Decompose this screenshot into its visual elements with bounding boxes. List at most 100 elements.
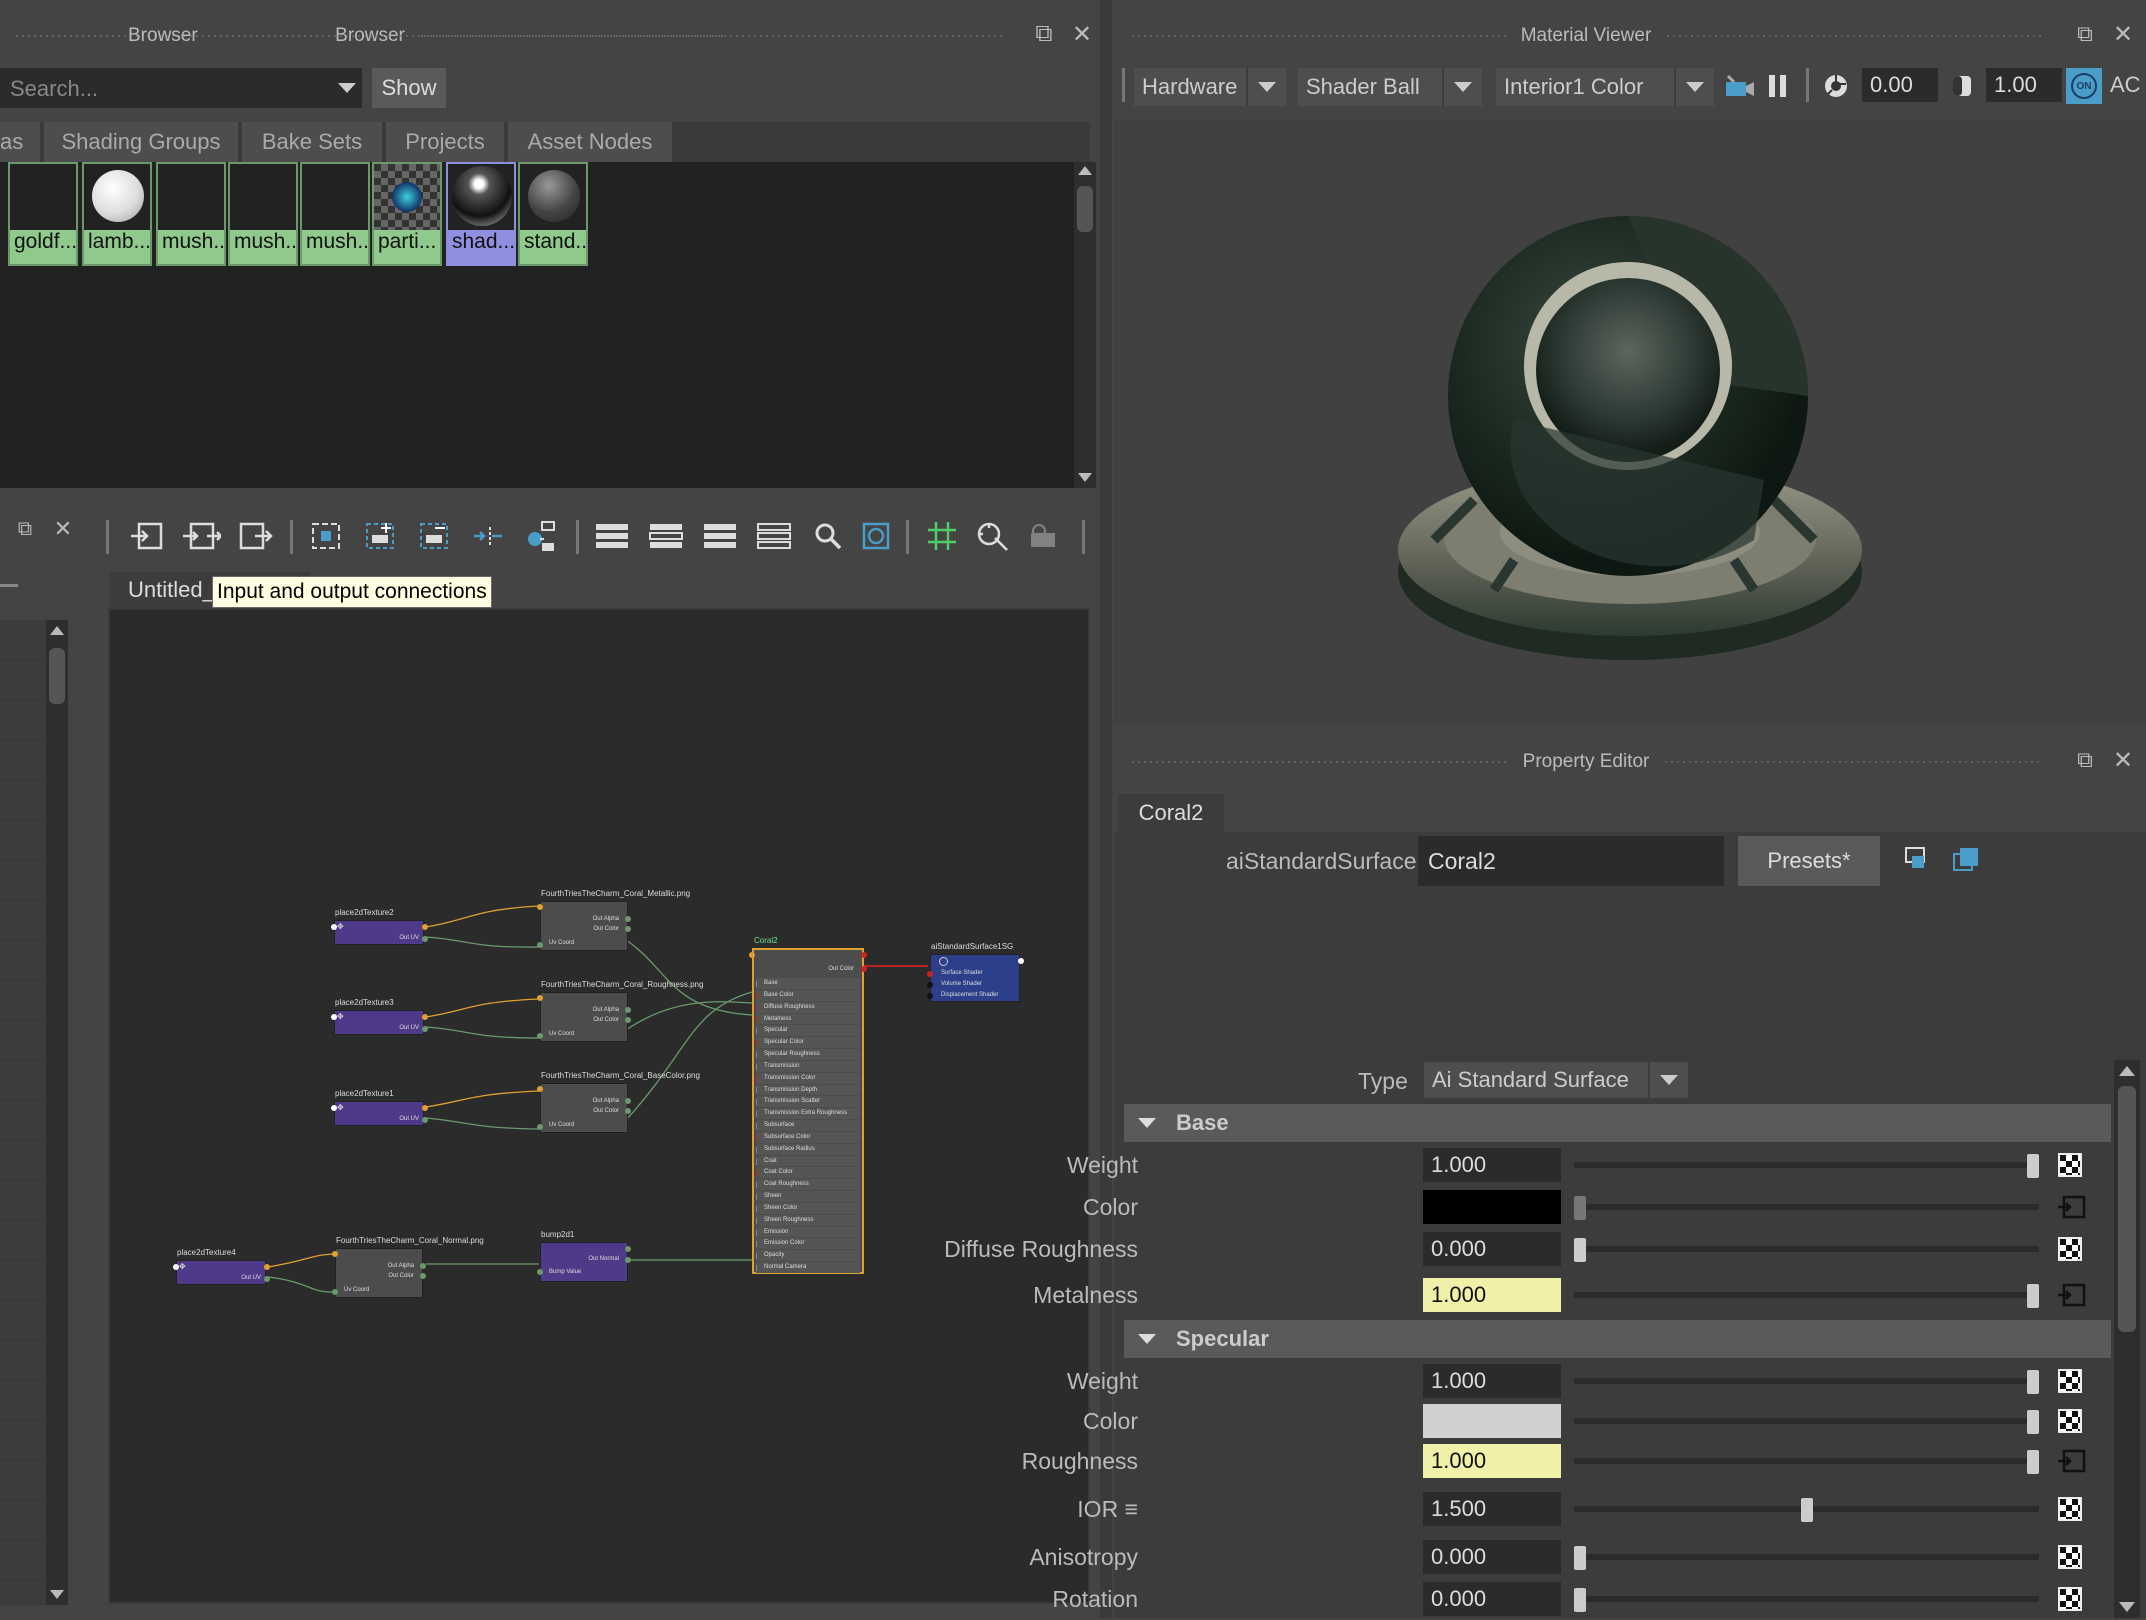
texture-map-icon[interactable] <box>2058 1409 2082 1433</box>
rotation-field[interactable]: 0.000 <box>1423 1582 1561 1616</box>
section-specular[interactable]: Specular <box>1124 1320 2111 1358</box>
slider-thumb[interactable] <box>1800 1498 1813 1522</box>
ior-field[interactable]: 1.500 <box>1423 1492 1561 1526</box>
slider-thumb[interactable] <box>2027 1370 2039 1394</box>
tab-shading-groups[interactable]: Shading Groups <box>44 122 238 162</box>
remove-selected-icon[interactable] <box>414 516 454 556</box>
shader-attribute-port[interactable]: Transmission Depth <box>756 1084 860 1096</box>
material-swatch[interactable]: mush... <box>300 162 370 266</box>
shader-attribute-port[interactable]: Diffuse Roughness <box>756 1001 860 1013</box>
grid-icon[interactable] <box>922 516 962 556</box>
connected-map-icon[interactable] <box>2058 1195 2086 1219</box>
input-port-dot[interactable] <box>756 1182 757 1189</box>
anisotropy-field[interactable]: 0.000 <box>1423 1540 1561 1574</box>
geometry-dropdown[interactable]: Shader Ball <box>1298 68 1482 106</box>
renderer-dropdown[interactable]: Hardware <box>1134 68 1286 106</box>
input-port-dot[interactable] <box>756 1265 757 1272</box>
browser-float-icon[interactable]: ⧉ <box>1029 19 1059 49</box>
presets-button[interactable]: Presets* <box>1738 836 1880 886</box>
tab-coral2[interactable]: Coral2 <box>1118 794 1224 832</box>
shader-attribute-port[interactable]: Metalness <box>756 1013 860 1025</box>
shading-group-node[interactable]: aiStandardSurface1SG Surface Shader Volu… <box>927 942 1024 1002</box>
add-selected-icon[interactable] <box>360 516 400 556</box>
connected-view-icon[interactable] <box>646 516 686 556</box>
gamma-icon[interactable] <box>1942 66 1982 106</box>
input-port-dot[interactable] <box>756 1075 757 1082</box>
specular-roughness-slider[interactable] <box>1574 1458 2039 1464</box>
input-port-dot[interactable] <box>756 1205 757 1212</box>
pin-nodes-icon[interactable] <box>522 516 562 556</box>
shader-attribute-port[interactable]: Coat <box>756 1155 860 1167</box>
diffuse-roughness-slider[interactable] <box>1574 1246 2039 1252</box>
property-close-icon[interactable]: ✕ <box>2108 745 2138 775</box>
input-port-dot[interactable] <box>756 1122 757 1129</box>
shader-attribute-port[interactable]: Specular Color <box>756 1037 860 1049</box>
place2d-texture-node[interactable]: place2dTexture2 ✥ Out UV <box>331 908 428 945</box>
input-port-dot[interactable] <box>756 1241 757 1248</box>
shader-attribute-port[interactable]: Transmission Color <box>756 1072 860 1084</box>
pause-icon[interactable] <box>1758 66 1798 106</box>
shader-attribute-port[interactable]: Normal Camera <box>756 1262 860 1273</box>
property-scrollbar[interactable] <box>2114 1060 2140 1618</box>
swatch-toggle-icon[interactable] <box>856 516 896 556</box>
show-button[interactable]: Show <box>372 68 446 108</box>
input-port-dot[interactable] <box>756 1194 757 1201</box>
copy-tab-icon[interactable] <box>1904 846 1928 872</box>
shader-attribute-port[interactable]: Coat Color <box>756 1167 860 1179</box>
bump-node[interactable]: bump2d1 Out Normal Bump Value <box>537 1230 631 1282</box>
shader-attribute-port[interactable]: Transmission Scatter <box>756 1096 860 1108</box>
metalness-slider[interactable] <box>1574 1292 2039 1298</box>
search-input[interactable]: Search... <box>0 68 362 108</box>
texture-map-icon[interactable] <box>2058 1587 2082 1611</box>
input-port-dot[interactable] <box>756 1170 757 1177</box>
base-color-slider[interactable] <box>1574 1204 2039 1210</box>
slider-thumb[interactable] <box>1574 1196 1586 1220</box>
slider-thumb[interactable] <box>1574 1238 1586 1262</box>
material-swatch[interactable]: mush... <box>228 162 298 266</box>
frame-all-icon[interactable] <box>306 516 346 556</box>
show-hide-icon[interactable] <box>1952 846 1980 872</box>
file-texture-node[interactable]: FourthTriesTheCharm_Coral_BaseColor.png … <box>537 1071 700 1133</box>
rotation-slider[interactable] <box>1574 1596 2039 1602</box>
shader-attribute-port[interactable]: Transmission Extra Roughness <box>756 1108 860 1120</box>
material-preview[interactable] <box>1114 120 2146 724</box>
shader-attribute-port[interactable]: Subsurface Radius <box>756 1143 860 1155</box>
file-texture-node[interactable]: FourthTriesTheCharm_Coral_Roughness.png … <box>537 980 703 1042</box>
shader-attribute-port[interactable]: Emission Color <box>756 1238 860 1250</box>
input-port-dot[interactable] <box>756 1134 757 1141</box>
material-swatch[interactable]: goldf... <box>8 162 78 266</box>
file-texture-node[interactable]: FourthTriesTheCharm_Coral_Metallic.png O… <box>537 889 690 951</box>
material-swatch[interactable]: lamb... <box>82 162 152 266</box>
specular-weight-slider[interactable] <box>1574 1378 2039 1384</box>
input-port-dot[interactable] <box>756 1063 757 1070</box>
shader-attribute-port[interactable]: Base <box>756 978 860 989</box>
tab-materials[interactable]: as <box>0 122 40 162</box>
viewer-close-icon[interactable]: ✕ <box>2108 19 2138 49</box>
shader-attribute-port[interactable]: Sheen Color <box>756 1202 860 1214</box>
tab-projects[interactable]: Projects <box>386 122 504 162</box>
texture-map-icon[interactable] <box>2058 1153 2082 1177</box>
graph-canvas[interactable]: place2dTexture2 ✥ Out UV FourthTriesTheC… <box>108 608 1090 1604</box>
base-weight-field[interactable]: 1.000 <box>1423 1148 1561 1182</box>
input-port-dot[interactable] <box>756 1087 757 1094</box>
outliner-scrollbar[interactable] <box>46 620 68 1605</box>
slider-thumb[interactable] <box>2027 1450 2039 1474</box>
texture-map-icon[interactable] <box>2058 1237 2082 1261</box>
metalness-field[interactable]: 1.000 <box>1423 1278 1561 1312</box>
texture-map-icon[interactable] <box>2058 1545 2082 1569</box>
slider-thumb[interactable] <box>1574 1588 1586 1612</box>
shader-attribute-port[interactable]: Subsurface Color <box>756 1131 860 1143</box>
input-port-dot[interactable] <box>756 1111 757 1118</box>
specular-roughness-field[interactable]: 1.000 <box>1423 1444 1561 1478</box>
viewer-float-icon[interactable]: ⧉ <box>2070 19 2100 49</box>
editor-close-icon[interactable]: ✕ <box>48 514 78 544</box>
connected-map-icon[interactable] <box>2058 1283 2086 1307</box>
full-view-icon[interactable] <box>700 516 740 556</box>
texture-map-icon[interactable] <box>2058 1497 2082 1521</box>
shader-attribute-port[interactable]: Emission <box>756 1226 860 1238</box>
place2d-texture-node[interactable]: place2dTexture1 ✥ Out UV <box>331 1089 428 1126</box>
input-port-dot[interactable] <box>756 1158 757 1165</box>
browser-close-icon[interactable]: ✕ <box>1067 19 1097 49</box>
base-color-swatch[interactable] <box>1423 1190 1561 1224</box>
input-port-dot[interactable] <box>756 1146 757 1153</box>
